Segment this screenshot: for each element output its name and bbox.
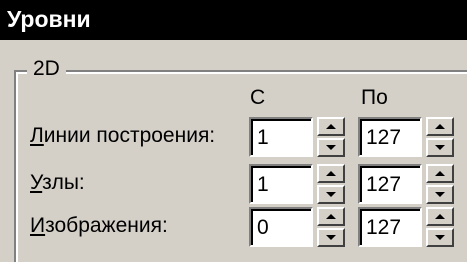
nodes-to-field[interactable] bbox=[358, 164, 422, 204]
spin-down-button[interactable] bbox=[317, 138, 345, 157]
group-box-label: 2D bbox=[27, 57, 66, 81]
spin-up-button[interactable] bbox=[317, 117, 345, 136]
images-to-spinner[interactable] bbox=[426, 207, 454, 247]
arrow-down-icon bbox=[435, 145, 445, 150]
label-text: злы: bbox=[42, 171, 85, 194]
nodes-from-field[interactable] bbox=[249, 164, 313, 204]
build-lines-to-field[interactable] bbox=[358, 117, 422, 157]
nodes-from-input[interactable] bbox=[255, 170, 309, 200]
images-to-field[interactable] bbox=[358, 207, 422, 247]
images-from-input[interactable] bbox=[255, 213, 309, 243]
mnemonic-letter: И bbox=[30, 214, 46, 237]
arrow-down-icon bbox=[326, 145, 336, 150]
arrow-up-icon bbox=[435, 124, 445, 129]
arrow-down-icon bbox=[435, 192, 445, 197]
arrow-up-icon bbox=[435, 171, 445, 176]
images-from-spinner[interactable] bbox=[317, 207, 345, 247]
build-lines-to-spinner[interactable] bbox=[426, 117, 454, 157]
spin-down-button[interactable] bbox=[426, 185, 454, 204]
images-to-input[interactable] bbox=[364, 213, 418, 243]
images-from-field[interactable] bbox=[249, 207, 313, 247]
spin-up-button[interactable] bbox=[426, 117, 454, 136]
row-label-images: Изображения: bbox=[30, 214, 168, 238]
label-text: зображения: bbox=[45, 214, 168, 237]
nodes-to-input[interactable] bbox=[364, 170, 418, 200]
spin-down-button[interactable] bbox=[317, 228, 345, 247]
nodes-from-spinner[interactable] bbox=[317, 164, 345, 204]
spin-up-button[interactable] bbox=[317, 207, 345, 226]
arrow-down-icon bbox=[326, 235, 336, 240]
nodes-to-spinner[interactable] bbox=[426, 164, 454, 204]
arrow-down-icon bbox=[435, 235, 445, 240]
spin-up-button[interactable] bbox=[426, 164, 454, 183]
mnemonic-letter: У bbox=[30, 171, 43, 194]
spin-down-button[interactable] bbox=[426, 228, 454, 247]
row-label-nodes: Узлы: bbox=[30, 171, 85, 195]
spin-up-button[interactable] bbox=[426, 207, 454, 226]
spin-down-button[interactable] bbox=[317, 185, 345, 204]
spin-up-button[interactable] bbox=[317, 164, 345, 183]
column-header-from: С bbox=[250, 86, 266, 109]
arrow-up-icon bbox=[326, 171, 336, 176]
build-lines-from-field[interactable] bbox=[249, 117, 313, 157]
spin-down-button[interactable] bbox=[426, 138, 454, 157]
build-lines-from-input[interactable] bbox=[255, 123, 309, 153]
arrow-up-icon bbox=[326, 214, 336, 219]
mnemonic-letter: Л bbox=[30, 124, 44, 147]
arrow-down-icon bbox=[326, 192, 336, 197]
label-text: инии построения: bbox=[43, 124, 216, 147]
window-title: Уровни bbox=[7, 6, 91, 32]
arrow-up-icon bbox=[326, 124, 336, 129]
build-lines-from-spinner[interactable] bbox=[317, 117, 345, 157]
arrow-up-icon bbox=[435, 214, 445, 219]
column-header-to: По bbox=[361, 86, 388, 109]
build-lines-to-input[interactable] bbox=[364, 123, 418, 153]
row-label-build-lines: Линии построения: bbox=[30, 124, 215, 148]
window-title-bar: Уровни bbox=[0, 0, 467, 40]
